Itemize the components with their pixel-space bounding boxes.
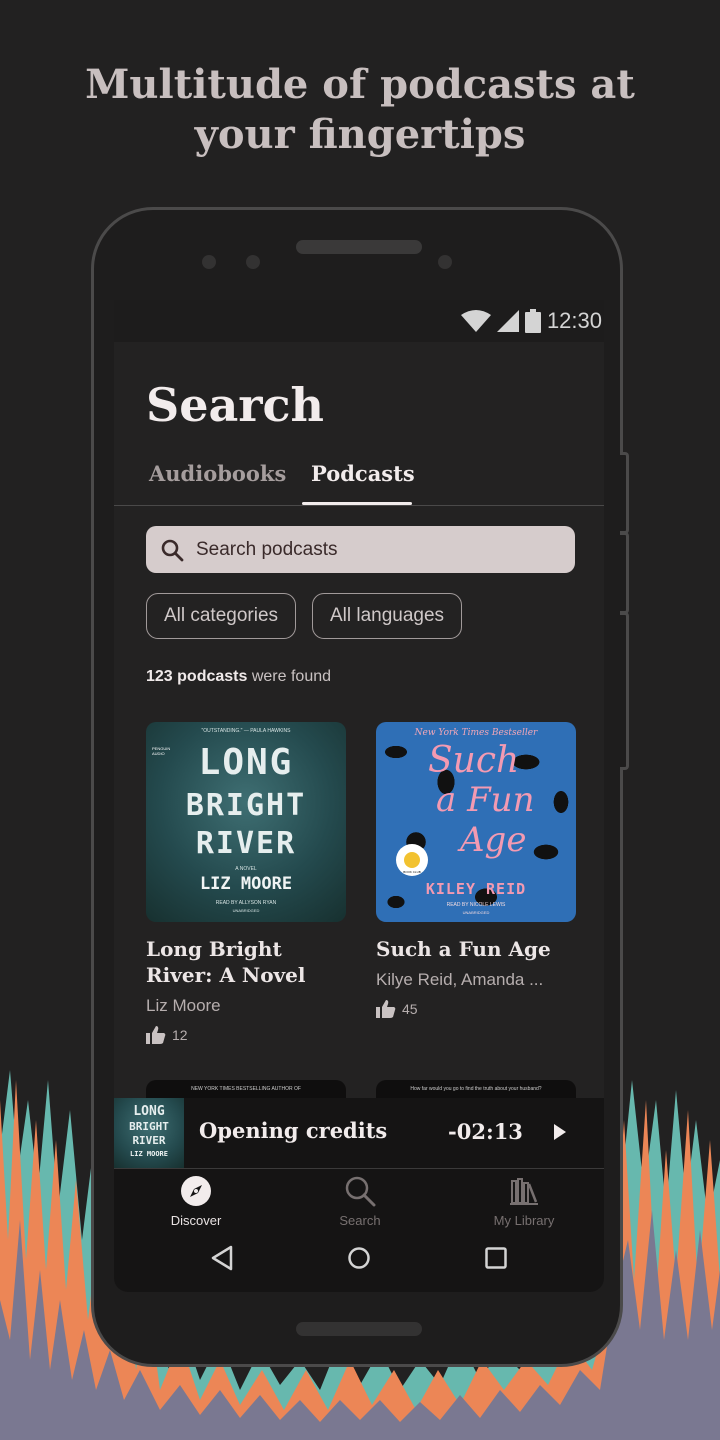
search-input[interactable]: Search podcasts xyxy=(146,526,575,573)
cover-title-line-3: Age xyxy=(460,820,527,860)
podcast-cover[interactable]: New York Times Bestseller Such a Fun Age… xyxy=(376,722,576,922)
player-track-title: Opening credits xyxy=(199,1118,388,1143)
mini-player[interactable]: LONG BRIGHT RIVER LIZ MOORE Opening cred… xyxy=(114,1098,604,1169)
active-tab-indicator xyxy=(302,502,412,505)
tab-bar: Audiobooks Podcasts xyxy=(114,457,604,506)
filter-languages-button[interactable]: All languages xyxy=(312,593,462,639)
badge-label: BOOK CLUB xyxy=(403,870,421,874)
system-navigation-bar xyxy=(114,1239,604,1292)
battery-icon xyxy=(524,309,541,333)
compass-icon xyxy=(181,1176,211,1206)
tab-audiobooks[interactable]: Audiobooks xyxy=(149,461,286,486)
library-icon xyxy=(510,1178,538,1205)
nav-label: Discover xyxy=(170,1213,222,1228)
podcast-likes: 12 xyxy=(146,1026,346,1044)
podcast-cover[interactable]: "OUTSTANDING." — PAULA HAWKINS PENGUIN A… xyxy=(146,722,346,922)
cover-title-line-3: RIVER xyxy=(195,826,297,861)
nav-label: My Library xyxy=(493,1213,555,1228)
thumbs-up-icon xyxy=(376,1000,396,1018)
nav-item-discover[interactable]: Discover xyxy=(136,1169,256,1239)
podcast-likes: 45 xyxy=(376,1000,576,1018)
podcast-title[interactable]: Such a Fun Age xyxy=(376,936,576,962)
thumbs-up-icon xyxy=(146,1026,166,1044)
nav-label: Search xyxy=(339,1213,381,1228)
home-icon[interactable] xyxy=(347,1246,371,1270)
phone-side-button xyxy=(620,612,629,770)
phone-screen: 12:30 Search Audiobooks Podcasts Search … xyxy=(114,300,604,1292)
search-placeholder: Search podcasts xyxy=(196,538,338,560)
thumb-line-2: BRIGHT xyxy=(129,1120,169,1133)
peek-cover-text: NEW YORK TIMES BESTSELLING AUTHOR OF xyxy=(191,1086,301,1092)
cover-title-line-1: LONG xyxy=(198,742,294,783)
player-remaining-time: -02:13 xyxy=(448,1119,523,1144)
results-count-suffix: were found xyxy=(251,668,332,685)
nav-item-search[interactable]: Search xyxy=(300,1169,420,1239)
cover-author: KILEY REID xyxy=(425,880,527,898)
podcast-card-peek[interactable]: How far would you go to find the truth a… xyxy=(376,1080,576,1100)
podcast-card[interactable]: "OUTSTANDING." — PAULA HAWKINS PENGUIN A… xyxy=(146,722,346,1044)
cover-tagline: New York Times Bestseller xyxy=(414,728,538,738)
recent-apps-icon[interactable] xyxy=(484,1246,508,1270)
phone-side-button xyxy=(620,532,629,614)
podcast-author: Kilye Reid, Amanda ... xyxy=(376,970,544,989)
bottom-navigation: Discover Search My Library xyxy=(114,1169,604,1239)
cover-title-line-2: a Fun xyxy=(436,780,535,820)
likes-count: 45 xyxy=(402,1001,418,1017)
status-time: 12:30 xyxy=(546,308,602,333)
thumb-line-1: LONG xyxy=(133,1104,165,1119)
cover-edition: UNABRIDGED xyxy=(462,910,490,915)
thumb-line-3: RIVER xyxy=(132,1134,166,1147)
thumb-author: LIZ MOORE xyxy=(130,1150,168,1158)
phone-earpiece xyxy=(296,240,422,254)
cover-edition: UNABRIDGED xyxy=(232,908,260,913)
phone-camera xyxy=(246,255,260,269)
phone-bottom-speaker xyxy=(296,1322,422,1336)
likes-count: 12 xyxy=(172,1027,188,1043)
podcast-card-peek[interactable]: NEW YORK TIMES BESTSELLING AUTHOR OF xyxy=(146,1080,346,1100)
search-icon xyxy=(345,1176,376,1207)
phone-side-button xyxy=(620,452,629,534)
podcast-author: Liz Moore xyxy=(146,996,221,1015)
player-artwork: LONG BRIGHT RIVER LIZ MOORE xyxy=(114,1098,184,1168)
tab-podcasts[interactable]: Podcasts xyxy=(311,461,415,486)
cover-quote: "OUTSTANDING." — PAULA HAWKINS xyxy=(201,728,291,734)
play-icon[interactable] xyxy=(552,1122,568,1142)
results-count-number: 123 podcasts xyxy=(146,668,248,685)
cover-title-line-2: BRIGHT xyxy=(185,788,307,823)
signal-icon xyxy=(496,310,519,332)
search-icon xyxy=(161,539,184,561)
status-bar: 12:30 xyxy=(114,300,604,342)
podcast-card[interactable]: New York Times Bestseller Such a Fun Age… xyxy=(376,722,576,1018)
nav-item-my-library[interactable]: My Library xyxy=(464,1169,584,1239)
phone-sensor xyxy=(202,255,216,269)
cover-novel: A NOVEL xyxy=(235,866,257,872)
wifi-icon xyxy=(460,310,491,332)
peek-cover-text: How far would you go to find the truth a… xyxy=(410,1086,542,1092)
cover-reader: READ BY ALLYSON RYAN xyxy=(215,900,277,906)
filter-categories-button[interactable]: All categories xyxy=(146,593,296,639)
page-title: Search xyxy=(146,378,324,432)
headline: Multitude of podcasts at your fingertips xyxy=(0,60,720,160)
cover-reader: READ BY NICOLE LEWIS xyxy=(446,902,506,908)
results-count: 123 podcasts were found xyxy=(146,668,331,686)
book-club-badge: BOOK CLUB xyxy=(396,844,428,876)
headline-line-1: Multitude of podcasts at xyxy=(85,61,635,108)
cover-author: LIZ MOORE xyxy=(199,874,293,894)
podcast-title[interactable]: Long Bright River: A Novel xyxy=(146,936,346,988)
back-icon[interactable] xyxy=(210,1245,234,1271)
headline-line-2: your fingertips xyxy=(194,111,526,158)
cover-title-line-1: Such xyxy=(428,740,520,781)
phone-sensor xyxy=(438,255,452,269)
app-content: Search Audiobooks Podcasts Search podcas… xyxy=(114,342,604,1292)
